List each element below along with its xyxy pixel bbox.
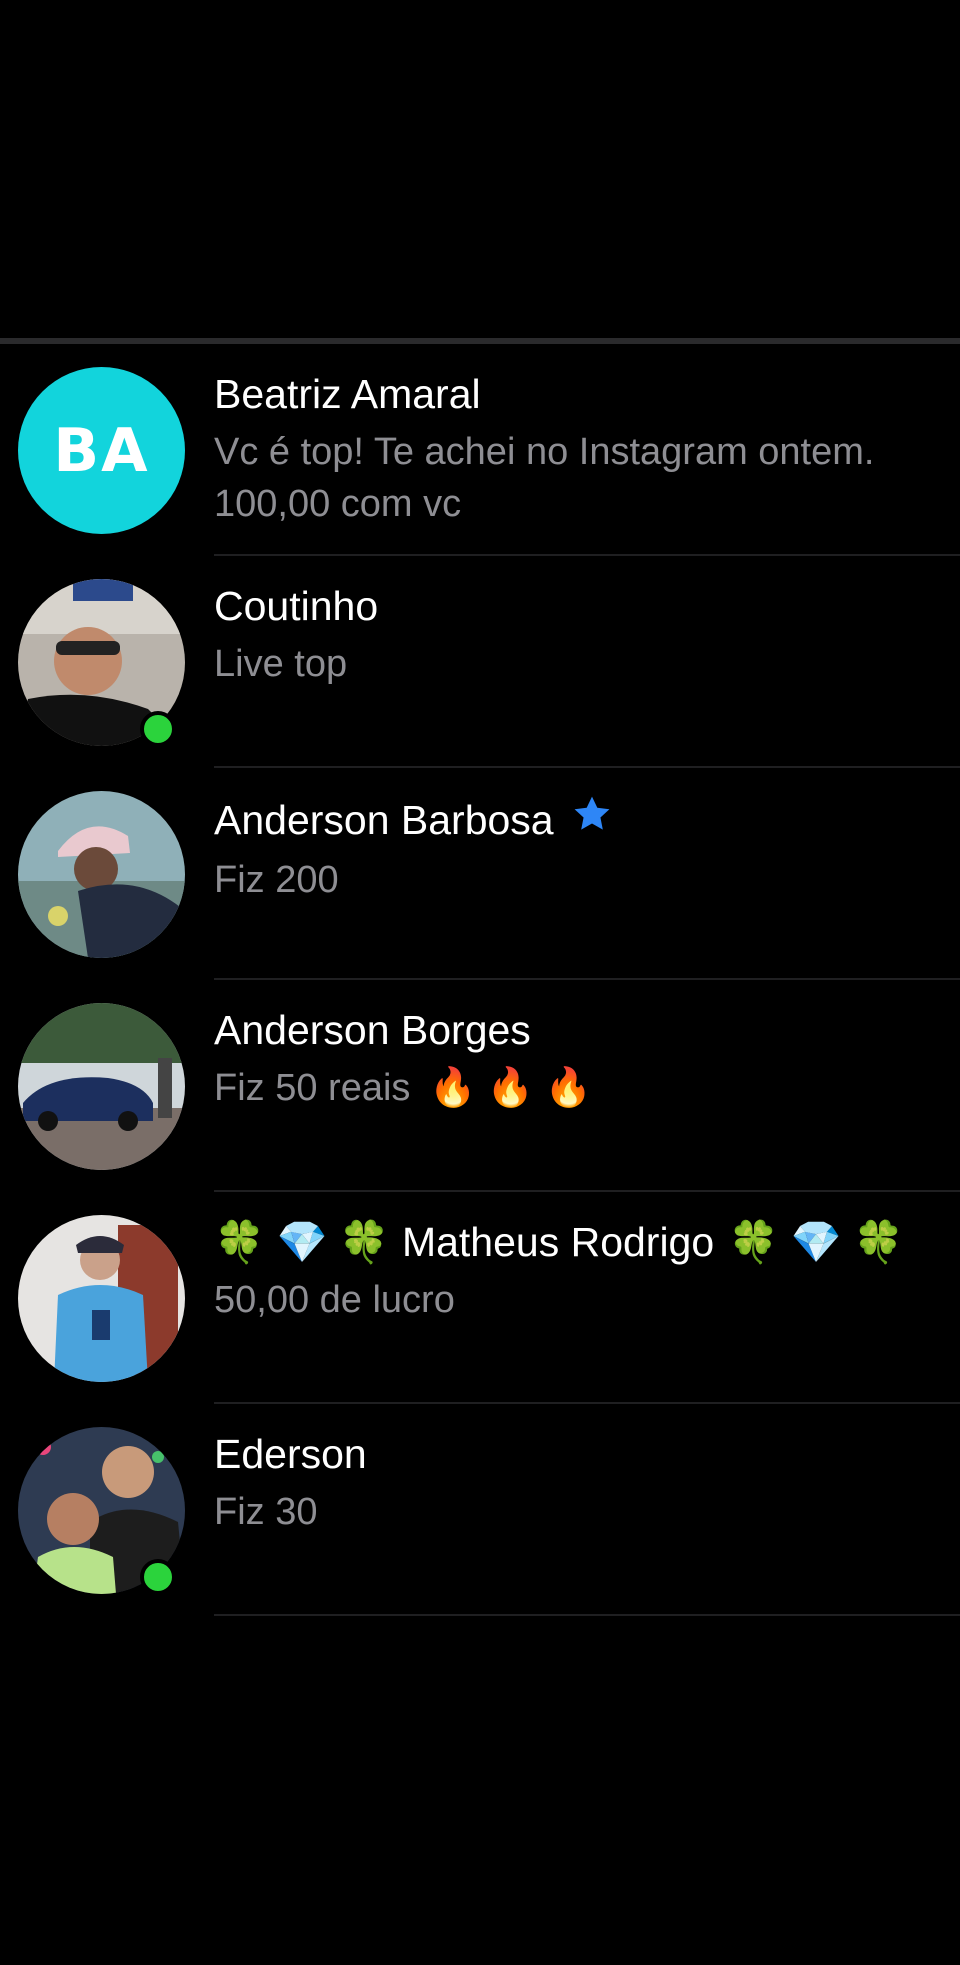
chat-row-anderson-barbosa[interactable]: Anderson Barbosa Fiz 200 bbox=[0, 768, 960, 980]
user-photo-icon bbox=[18, 791, 185, 958]
chat-name: Beatriz Amaral bbox=[214, 368, 960, 420]
chat-row-ederson[interactable]: Ederson Fiz 30 bbox=[0, 1404, 960, 1616]
chat-name-text: Coutinho bbox=[214, 583, 379, 629]
chat-preview: Fiz 30 bbox=[214, 1491, 318, 1533]
chat-text: Coutinho Live top bbox=[214, 580, 960, 690]
chat-preview: Fiz 200 bbox=[214, 859, 339, 901]
clover-diamond-emoji-icon: 🍀 💎 🍀 bbox=[214, 1219, 390, 1265]
chat-text: Beatriz Amaral Vc é top! Te achei no Ins… bbox=[214, 368, 960, 530]
top-empty-area bbox=[0, 0, 960, 338]
chat-name-text: Anderson Borges bbox=[214, 1007, 531, 1053]
chat-preview: Fiz 50 reais 🔥 🔥 🔥 bbox=[214, 1062, 960, 1114]
chat-row-beatriz-amaral[interactable]: BA Beatriz Amaral Vc é top! Te achei no … bbox=[0, 344, 960, 556]
star-icon bbox=[570, 792, 614, 848]
chat-text: Ederson Fiz 30 bbox=[214, 1428, 960, 1538]
chat-name-text: Beatriz Amaral bbox=[214, 371, 481, 417]
chat-text: 🍀 💎 🍀 Matheus Rodrigo 🍀 💎 🍀 50,00 de luc… bbox=[214, 1216, 960, 1326]
chat-preview-text: Fiz 50 reais bbox=[214, 1067, 411, 1109]
chat-list: BA Beatriz Amaral Vc é top! Te achei no … bbox=[0, 344, 960, 1616]
chat-text: Anderson Barbosa Fiz 200 bbox=[214, 792, 960, 906]
avatar bbox=[18, 791, 185, 958]
clover-diamond-emoji-icon: 🍀 💎 🍀 bbox=[728, 1219, 905, 1265]
chat-row-anderson-borges[interactable]: Anderson Borges Fiz 50 reais 🔥 🔥 🔥 bbox=[0, 980, 960, 1192]
chat-name: Anderson Barbosa bbox=[214, 792, 960, 848]
chat-name: Coutinho bbox=[214, 580, 960, 632]
chat-preview: 50,00 de lucro bbox=[214, 1279, 455, 1321]
row-divider bbox=[214, 1614, 960, 1616]
avatar bbox=[18, 1003, 185, 1170]
fire-emoji-icon: 🔥 🔥 🔥 bbox=[428, 1067, 593, 1109]
chat-name: Anderson Borges bbox=[214, 1004, 960, 1056]
user-photo-icon bbox=[18, 1003, 185, 1170]
avatar: BA bbox=[18, 367, 185, 534]
avatar bbox=[18, 1215, 185, 1382]
chat-row-matheus-rodrigo[interactable]: 🍀 💎 🍀 Matheus Rodrigo 🍀 💎 🍀 50,00 de luc… bbox=[0, 1192, 960, 1404]
chat-text: Anderson Borges Fiz 50 reais 🔥 🔥 🔥 bbox=[214, 1004, 960, 1114]
chat-name: 🍀 💎 🍀 Matheus Rodrigo 🍀 💎 🍀 bbox=[214, 1216, 960, 1268]
online-status-dot bbox=[140, 711, 176, 747]
user-photo-icon bbox=[18, 1215, 185, 1382]
avatar-initials: BA bbox=[53, 415, 150, 486]
chat-name-text: Ederson bbox=[214, 1431, 367, 1477]
chat-row-coutinho[interactable]: Coutinho Live top bbox=[0, 556, 960, 768]
chat-name-text: Matheus Rodrigo bbox=[401, 1219, 715, 1265]
chat-preview-line1: Vc é top! Te achei no Instagram ontem. bbox=[214, 431, 875, 473]
chat-name: Ederson bbox=[214, 1428, 960, 1480]
chat-preview-line2: 100,00 com vc bbox=[214, 483, 462, 525]
online-status-dot bbox=[140, 1559, 176, 1595]
chat-name-text: Anderson Barbosa bbox=[214, 797, 554, 843]
chat-preview: Live top bbox=[214, 643, 348, 685]
